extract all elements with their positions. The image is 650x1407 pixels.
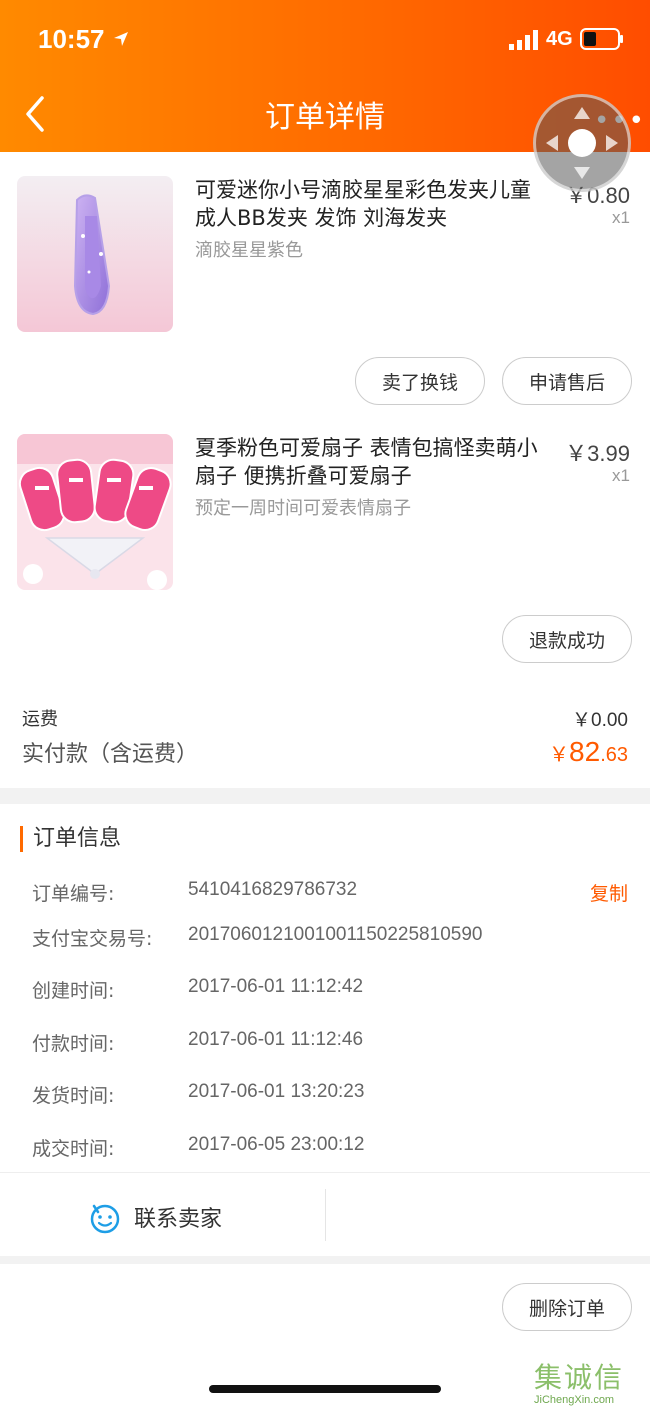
product-image-fan[interactable] <box>17 434 173 590</box>
created-time-value: 2017-06-01 11:12:42 <box>188 976 364 997</box>
watermark-logo: 集诚信 JiChengXin.com <box>534 1356 650 1407</box>
contact-row: 联系卖家 <box>0 1172 650 1259</box>
alipay-trade-value: 2017060121001001150225810590 <box>188 924 483 945</box>
product-spec: 滴胶星星紫色 <box>195 240 303 261</box>
network-type: 4G <box>546 28 573 50</box>
dpad-icon <box>546 107 618 179</box>
product-image-hairclip[interactable] <box>17 176 173 332</box>
contact-seller-button[interactable]: 联系卖家 <box>88 1195 222 1239</box>
order-info-title: 订单信息 <box>20 826 121 852</box>
watermark-url: JiChengXin.com <box>534 1394 615 1406</box>
section-divider <box>0 1256 650 1264</box>
section-divider <box>0 788 650 804</box>
assistive-touch-button[interactable] <box>533 94 631 192</box>
product-spec: 预定一周时间可爱表情扇子 <box>195 498 411 519</box>
product-title[interactable]: 可爱迷你小号滴胶星星彩色发夹儿童成人BB发夹 发饰 刘海发夹 <box>195 176 547 232</box>
shipping-value: ￥0.00 <box>572 710 628 731</box>
status-time: 10:57 <box>38 24 105 54</box>
paid-currency: ￥ <box>549 744 570 766</box>
location-arrow-icon <box>114 32 128 46</box>
shipping-label: 运费 <box>22 709 58 730</box>
signal-icon <box>509 30 538 50</box>
paid-decimal: .63 <box>600 744 628 766</box>
contact-seller-label: 联系卖家 <box>134 1207 223 1232</box>
paid-time-value: 2017-06-01 11:12:46 <box>188 1029 364 1050</box>
home-indicator[interactable] <box>209 1385 441 1393</box>
resell-button[interactable]: 卖了换钱 <box>355 357 485 405</box>
battery-icon <box>580 28 623 50</box>
vertical-divider <box>325 1189 326 1241</box>
copy-button[interactable]: 复制 <box>590 879 628 906</box>
chat-face-icon <box>90 1204 120 1234</box>
shipped-time-value: 2017-06-01 13:20:23 <box>188 1081 365 1102</box>
product-title[interactable]: 夏季粉色可爱扇子 表情包搞怪卖萌小扇子 便携折叠可爱扇子 <box>195 434 547 490</box>
product-quantity: x1 <box>612 208 630 227</box>
shipped-time-label: 发货时间: <box>32 1085 115 1107</box>
paid-amount: ￥82.63 <box>549 736 628 768</box>
created-time-label: 创建时间: <box>32 980 115 1002</box>
after-sales-button[interactable]: 申请售后 <box>502 357 632 405</box>
refund-success-button[interactable]: 退款成功 <box>502 615 632 663</box>
delete-order-button[interactable]: 删除订单 <box>502 1283 632 1331</box>
order-number-value: 5410416829786732 <box>188 879 358 900</box>
paid-integer: 82 <box>569 736 601 767</box>
completed-time-label: 成交时间: <box>32 1138 115 1160</box>
paid-label: 实付款（含运费） <box>22 742 199 767</box>
product-quantity: x1 <box>612 466 630 485</box>
alipay-trade-label: 支付宝交易号: <box>32 928 153 950</box>
paid-time-label: 付款时间: <box>32 1033 115 1055</box>
product-price: ￥3.99 <box>565 441 630 466</box>
order-number-label: 订单编号: <box>32 883 115 905</box>
completed-time-value: 2017-06-05 23:00:12 <box>188 1134 365 1155</box>
watermark-text: 集诚信 <box>534 1361 625 1394</box>
